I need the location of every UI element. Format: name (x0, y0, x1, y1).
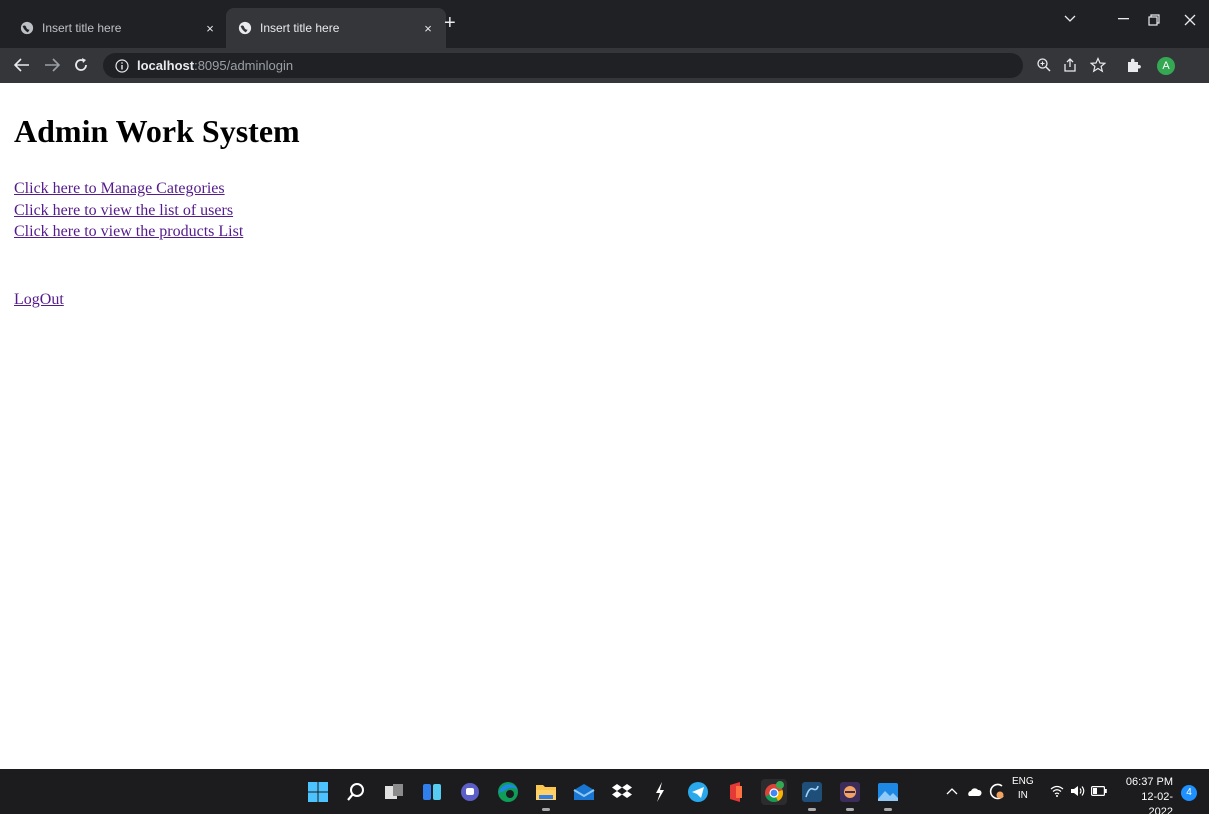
tab-1[interactable]: Insert title here × (8, 8, 228, 48)
minimize-icon[interactable] (1118, 18, 1129, 21)
windows-start-icon[interactable] (305, 779, 331, 805)
url-host: localhost (137, 58, 195, 73)
file-explorer-icon[interactable] (533, 779, 559, 811)
photos-icon[interactable] (875, 779, 901, 811)
view-users-link[interactable]: Click here to view the list of users (14, 200, 243, 222)
browser-toolbar: localhost :8095/adminlogin ⋮ (0, 48, 1209, 121)
logout-link[interactable]: LogOut (14, 289, 64, 311)
task-view-icon[interactable] (381, 779, 407, 805)
app-tray-icon[interactable] (988, 782, 1006, 800)
admin-links-list: Click here to Manage Categories Click he… (14, 178, 243, 243)
tab-2[interactable]: Insert title here × (226, 8, 446, 48)
language-code: ENG (1012, 776, 1034, 787)
clock-time: 06:37 PM (1125, 776, 1173, 788)
page-content: Admin Work System Click here to Manage C… (0, 83, 1209, 769)
bookmark-star-icon[interactable] (1090, 57, 1106, 73)
eclipse-ide-icon[interactable] (837, 779, 863, 811)
manage-categories-link[interactable]: Click here to Manage Categories (14, 178, 243, 200)
profile-avatar[interactable]: A (1157, 57, 1175, 75)
teams-chat-icon[interactable] (457, 779, 483, 805)
close-window-icon[interactable] (1184, 14, 1196, 26)
page-title: Admin Work System (14, 113, 300, 149)
edge-icon[interactable] (495, 779, 521, 805)
search-icon[interactable] (343, 779, 369, 805)
mail-icon[interactable] (571, 779, 597, 805)
reload-icon[interactable] (73, 57, 89, 73)
view-products-link[interactable]: Click here to view the products List (14, 221, 243, 243)
tab-title: Insert title here (42, 21, 122, 35)
notification-badge[interactable]: 4 (1181, 785, 1197, 801)
widgets-icon[interactable] (419, 779, 445, 805)
tab-title: Insert title here (260, 21, 340, 35)
region-code: IN (1017, 790, 1028, 801)
extensions-icon[interactable] (1126, 57, 1142, 73)
address-bar[interactable]: localhost :8095/adminlogin (103, 53, 1023, 78)
volume-icon[interactable] (1070, 785, 1086, 797)
wifi-icon[interactable] (1050, 785, 1064, 797)
taskbar-clock[interactable]: 06:37 PM 12-02-2022 (1117, 775, 1173, 820)
dropbox-icon[interactable] (609, 779, 635, 805)
clock-date: 12-02-2022 (1141, 791, 1173, 818)
close-tab-icon[interactable]: × (202, 21, 218, 36)
app-lightning-icon[interactable] (647, 779, 673, 805)
globe-icon (20, 21, 34, 35)
forward-arrow-icon[interactable] (44, 58, 60, 72)
language-indicator[interactable]: ENG IN (1012, 775, 1034, 803)
back-arrow-icon[interactable] (14, 58, 30, 72)
chrome-icon[interactable] (761, 779, 787, 805)
url-path: :8095/adminlogin (194, 58, 294, 73)
chevron-down-icon[interactable] (1064, 14, 1076, 24)
telegram-icon[interactable] (685, 779, 711, 805)
chevron-up-icon[interactable] (946, 786, 958, 796)
zoom-icon[interactable] (1036, 57, 1052, 73)
onedrive-cloud-icon[interactable] (966, 785, 982, 797)
office-icon[interactable] (723, 779, 749, 805)
browser-tab-strip: Insert title here × Insert title here × … (0, 0, 1209, 48)
mysql-workbench-icon[interactable] (799, 779, 825, 811)
share-icon[interactable] (1062, 57, 1078, 73)
close-tab-icon[interactable]: × (420, 21, 436, 36)
new-tab-button[interactable]: + (444, 13, 456, 33)
battery-icon[interactable] (1091, 786, 1107, 796)
restore-icon[interactable] (1148, 14, 1160, 26)
globe-icon (238, 21, 252, 35)
taskbar-app-icons (305, 779, 901, 811)
windows-taskbar: ENG IN 06:37 PM 12-02-2022 4 (0, 769, 1209, 818)
info-icon[interactable] (115, 58, 129, 73)
